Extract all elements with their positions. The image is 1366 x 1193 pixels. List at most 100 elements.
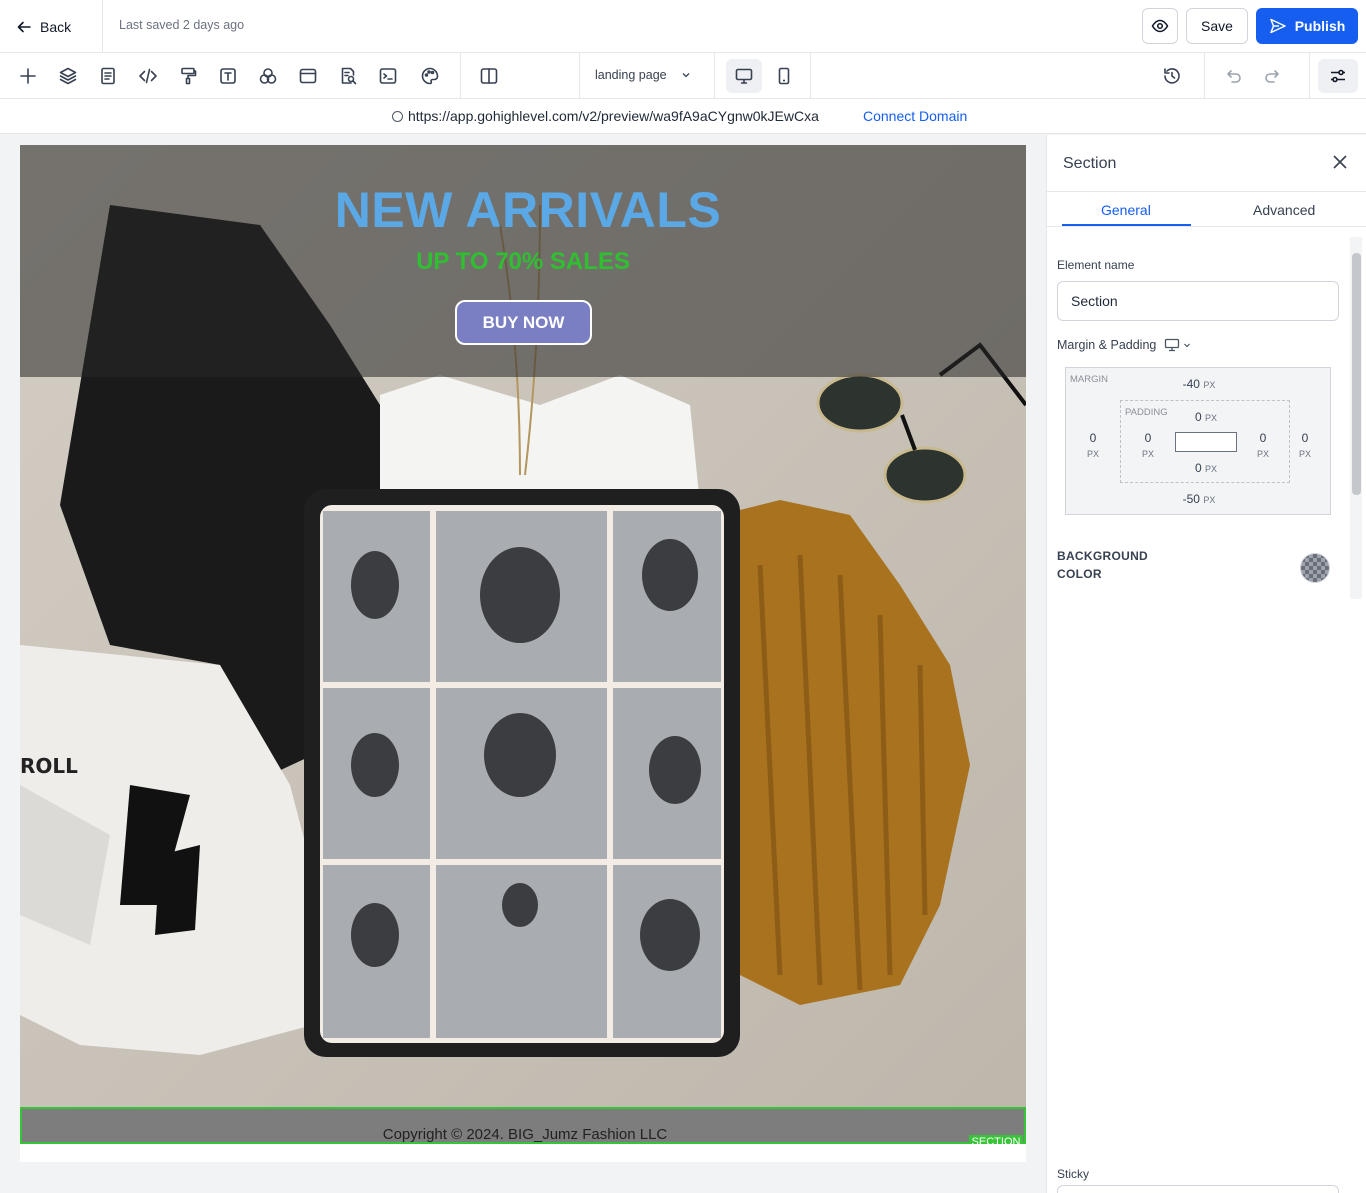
send-icon [1269,18,1286,34]
margin-left-value[interactable]: 0 PX [1066,431,1120,462]
sticky-select[interactable] [1057,1185,1339,1193]
page-icon [101,67,115,85]
toolbar-divider [1204,53,1205,98]
text-icon [220,68,236,84]
page-select-value: landing page [595,68,667,82]
margin-box: MARGIN -40 PX 0 PX 0 PX -50 PX PADDING 0 P… [1065,367,1331,515]
margin-padding-text: Margin & Padding [1057,338,1157,352]
padding-top-value[interactable]: 0 PX [1179,410,1233,424]
globe-icon [392,110,403,122]
last-saved-status: Last saved 2 days ago [119,18,245,32]
browser-window-icon [299,68,317,84]
redo-icon [1265,70,1279,83]
layers-icon [59,67,77,85]
code-icon [139,68,157,84]
sliders-icon [1331,69,1345,83]
chevron-down-icon[interactable] [1183,341,1191,349]
toolbar-divider [579,53,580,98]
tab-general[interactable]: General [1101,202,1151,218]
close-icon[interactable] [1331,153,1349,171]
margin-padding-label: Margin & Padding [1057,338,1191,352]
tabs-divider [1047,226,1366,227]
canvas-bottom-strip [20,1144,1026,1162]
panel-scrollbar-thumb[interactable] [1352,253,1361,495]
add-element-button[interactable] [16,64,40,88]
margin-top-value[interactable]: -40 PX [1172,377,1226,391]
undo-icon [1227,70,1241,83]
preview-button[interactable] [1142,8,1178,44]
paint-roller-icon [181,67,197,85]
hero-subtitle[interactable]: UP TO 70% SALES [20,248,1026,276]
custom-code-button[interactable] [136,64,160,88]
padding-box: PADDING 0 PX 0 PX 0 PX 0 PX [1120,400,1290,483]
tab-advanced[interactable]: Advanced [1253,202,1315,218]
palette-icon [421,67,439,85]
panel-title: Section [1063,155,1117,172]
colors-button[interactable] [256,64,280,88]
columns-icon [480,68,498,84]
eye-icon [1151,19,1169,33]
margin-label: MARGIN [1070,374,1108,385]
section-settings-panel: Section General Advanced Element name Ma… [1046,135,1366,1193]
footer-section[interactable]: Copyright © 2024. BIG_Jumz Fashion LLC [20,1107,1026,1144]
search-document-icon [341,67,357,85]
chevron-down-icon [682,73,690,78]
styles-button[interactable] [176,64,200,88]
publish-label: Publish [1294,18,1346,34]
layers-button[interactable] [56,64,80,88]
version-history-button[interactable] [1160,64,1184,88]
connect-domain-link[interactable]: Connect Domain [863,108,967,124]
shapes-icon [259,68,277,84]
toolbar-divider [460,53,461,98]
back-label: Back [40,18,72,35]
svg-text:ROLL: ROLL [20,754,78,778]
top-bar: Back Last saved 2 days ago Save Publish [0,0,1366,53]
margin-bottom-value[interactable]: -50 PX [1172,492,1226,506]
theme-button[interactable] [418,64,442,88]
toolbar-divider [1309,53,1310,98]
content-box [1175,432,1237,452]
buy-now-button[interactable]: BUY NOW [455,300,592,345]
popup-button[interactable] [296,64,320,88]
sticky-label: Sticky [1057,1167,1090,1181]
tracking-code-button[interactable] [376,64,400,88]
panel-divider [1047,191,1366,192]
toolbar-divider [714,53,715,98]
footer-copyright: Copyright © 2024. BIG_Jumz Fashion LLC [382,1126,668,1143]
padding-right-value[interactable]: 0 PX [1236,431,1290,462]
publish-button[interactable]: Publish [1256,8,1358,44]
pages-button[interactable] [96,64,120,88]
redo-button[interactable] [1261,64,1285,88]
padding-label: PADDING [1125,407,1168,418]
plus-icon [20,68,36,84]
preview-url[interactable]: https://app.gohighlevel.com/v2/preview/w… [392,108,819,124]
mobile-view-button[interactable] [770,59,798,93]
desktop-icon [735,68,753,84]
preview-url-bar: https://app.gohighlevel.com/v2/preview/w… [0,99,1366,134]
element-name-label: Element name [1057,258,1135,272]
builder-toolbar: landing page [0,53,1366,99]
element-name-input[interactable] [1057,281,1339,321]
split-view-button[interactable] [477,64,501,88]
typography-button[interactable] [216,64,240,88]
page-canvas[interactable]: ROLL NEW ARRIVALS UP TO 70% SALES BUY NO… [20,145,1026,1162]
desktop-view-button[interactable] [726,59,762,93]
history-icon [1164,68,1180,84]
padding-bottom-value[interactable]: 0 PX [1179,461,1233,475]
undo-button[interactable] [1221,64,1245,88]
background-color-label: BACKGROUND COLOR [1057,549,1148,581]
seo-button[interactable] [336,64,360,88]
desktop-icon[interactable] [1164,338,1180,352]
hero-title[interactable]: NEW ARRIVALS [20,181,1026,239]
settings-panel-button[interactable] [1318,59,1358,93]
page-select[interactable]: landing page [595,68,691,82]
mobile-icon [778,67,790,85]
toolbar-divider [810,53,811,98]
terminal-icon [379,68,397,84]
padding-left-value[interactable]: 0 PX [1121,431,1175,462]
save-button[interactable]: Save [1186,8,1248,44]
arrow-left-icon [17,21,31,32]
preview-url-text: https://app.gohighlevel.com/v2/preview/w… [408,108,819,124]
background-color-swatch[interactable] [1300,553,1330,583]
back-button[interactable]: Back [0,0,103,53]
